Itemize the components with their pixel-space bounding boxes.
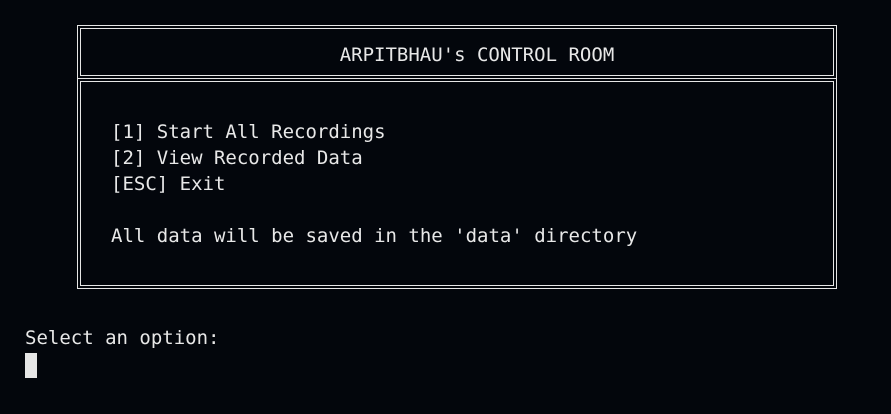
menu-item-start-recordings[interactable]: [1] Start All Recordings bbox=[111, 119, 386, 145]
menu-panel: [1] Start All Recordings [2] View Record… bbox=[77, 78, 837, 289]
text-cursor[interactable] bbox=[25, 353, 37, 378]
menu-item-view-data[interactable]: [2] View Recorded Data bbox=[111, 145, 386, 171]
option-prompt: Select an option: bbox=[25, 327, 220, 349]
terminal-window: ARPITBHAU's CONTROL ROOM [1] Start All R… bbox=[0, 0, 891, 414]
menu-item-exit[interactable]: [ESC] Exit bbox=[111, 171, 386, 197]
title-panel: ARPITBHAU's CONTROL ROOM bbox=[77, 25, 837, 79]
menu-list: [1] Start All Recordings [2] View Record… bbox=[111, 119, 386, 197]
info-note: All data will be saved in the 'data' dir… bbox=[111, 225, 638, 247]
page-title: ARPITBHAU's CONTROL ROOM bbox=[339, 44, 615, 66]
